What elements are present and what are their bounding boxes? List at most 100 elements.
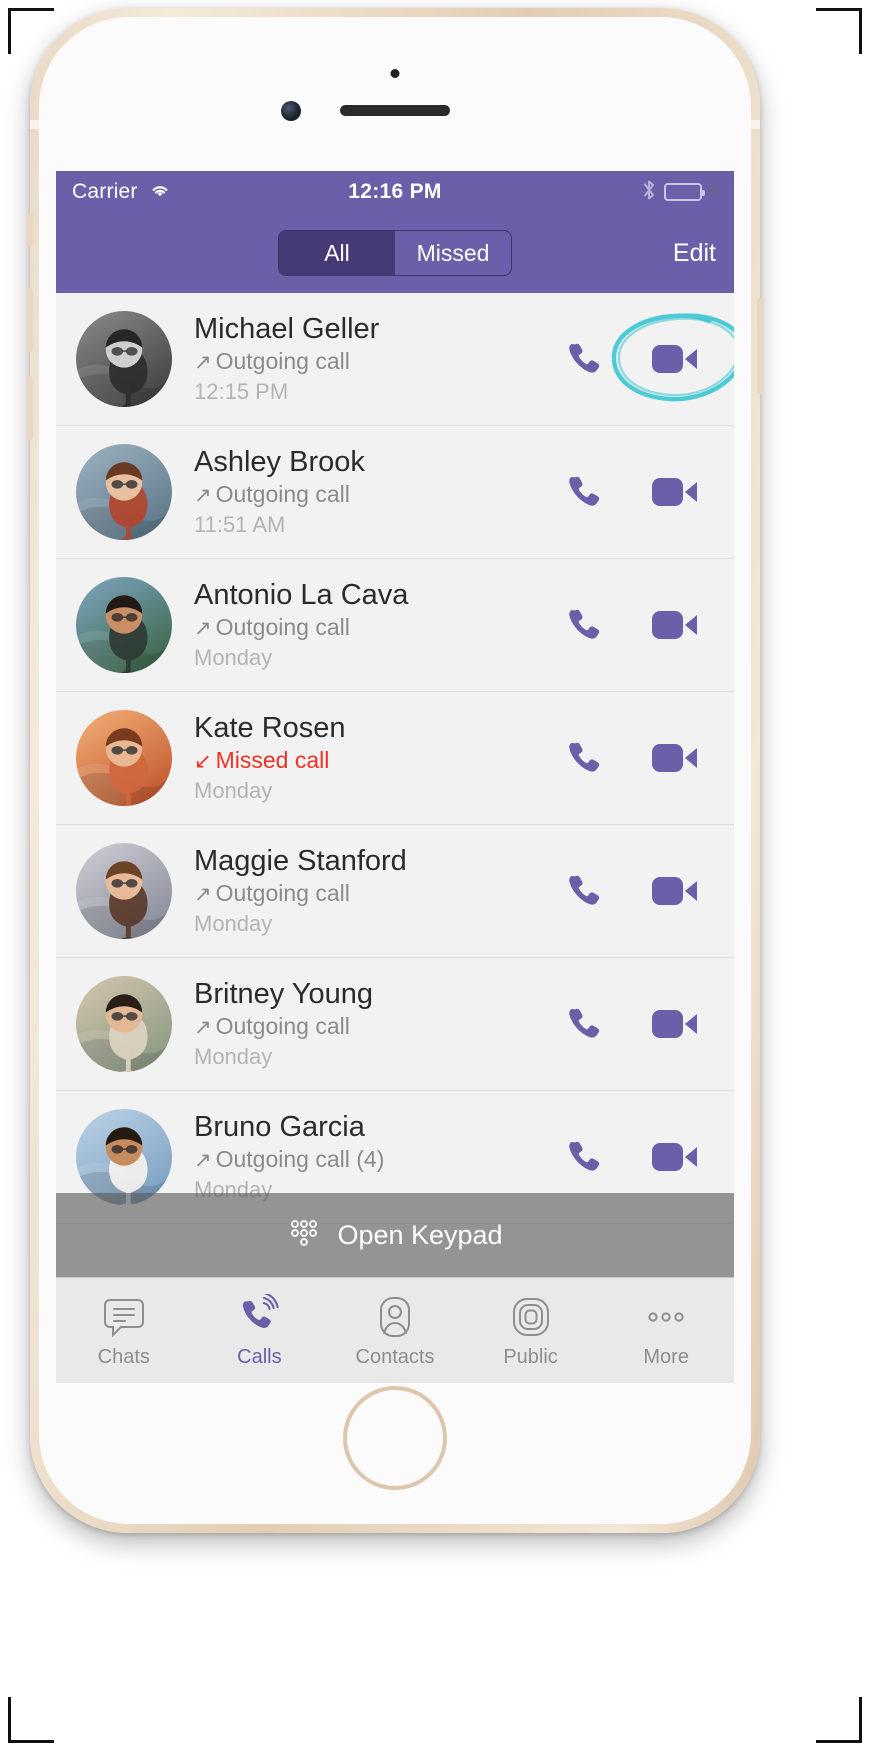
- incoming-missed-arrow-icon: ↙: [194, 750, 212, 774]
- video-call-button[interactable]: [652, 1002, 698, 1046]
- call-item-text: Bruno Garcia ↗ Outgoing call (4) Monday: [172, 1111, 560, 1204]
- audio-call-button[interactable]: [560, 603, 606, 647]
- bottom-tab-bar: Chats Calls Contacts Public More: [56, 1277, 734, 1383]
- call-status-label: Outgoing call (4): [215, 1146, 385, 1173]
- home-button[interactable]: [343, 1386, 447, 1490]
- volume-down-button[interactable]: [27, 376, 33, 440]
- tab-label: More: [643, 1345, 689, 1368]
- call-status-label: Missed call: [215, 747, 330, 774]
- avatar: [76, 976, 172, 1072]
- audio-call-button[interactable]: [560, 1135, 606, 1179]
- open-keypad-label: Open Keypad: [337, 1219, 503, 1250]
- audio-call-button[interactable]: [560, 337, 606, 381]
- contact-name: Maggie Stanford: [194, 844, 407, 877]
- contact-name: Kate Rosen: [194, 711, 346, 744]
- call-timestamp: Monday: [194, 777, 273, 803]
- tab-public[interactable]: Public: [463, 1278, 599, 1383]
- call-status-label: Outgoing call: [215, 880, 350, 907]
- phone-screen: Carrier 12:16 PM All Missed Edit Michael…: [56, 171, 734, 1383]
- call-history-list: Michael Geller ↗ Outgoing call 12:15 PM Ashl…: [56, 293, 734, 1224]
- outgoing-arrow-icon: ↗: [194, 484, 212, 508]
- call-status-label: Outgoing call: [215, 1013, 350, 1040]
- call-item-text: Michael Geller ↗ Outgoing call 12:15 PM: [172, 313, 560, 406]
- tab-label: Contacts: [355, 1345, 435, 1368]
- call-status: ↗ Outgoing call: [194, 480, 560, 509]
- video-call-button[interactable]: [652, 603, 698, 647]
- avatar: [76, 444, 172, 540]
- avatar: [76, 577, 172, 673]
- segment-missed[interactable]: Missed: [395, 231, 511, 275]
- call-list-item[interactable]: Maggie Stanford ↗ Outgoing call Monday: [56, 825, 734, 958]
- call-list-item[interactable]: Britney Young ↗ Outgoing call Monday: [56, 958, 734, 1091]
- audio-call-button[interactable]: [560, 736, 606, 780]
- call-action-icons: [560, 869, 734, 913]
- open-keypad-bar[interactable]: Open Keypad: [56, 1193, 734, 1277]
- outgoing-arrow-icon: ↗: [194, 883, 212, 907]
- volume-up-button[interactable]: [27, 288, 33, 352]
- call-action-icons: [560, 1135, 734, 1179]
- call-timestamp: Monday: [194, 910, 273, 936]
- tab-chats[interactable]: Chats: [56, 1278, 192, 1383]
- person-icon: [372, 1293, 418, 1341]
- audio-call-button[interactable]: [560, 1002, 606, 1046]
- battery-icon: [664, 183, 705, 201]
- phone-waves-icon: [236, 1293, 282, 1341]
- avatar: [76, 710, 172, 806]
- power-button[interactable]: [757, 298, 763, 394]
- antenna-band-right: [751, 120, 760, 129]
- crop-mark-top-right: [859, 8, 862, 54]
- call-action-icons: [560, 337, 734, 381]
- video-call-button[interactable]: [652, 869, 698, 913]
- tab-calls[interactable]: Calls: [192, 1278, 328, 1383]
- audio-call-button[interactable]: [560, 869, 606, 913]
- crop-mark-bottom-left: [8, 1740, 54, 1743]
- call-action-icons: [560, 603, 734, 647]
- crop-mark-bottom-left: [8, 1697, 11, 1743]
- tab-more[interactable]: More: [598, 1278, 734, 1383]
- antenna-band-left: [30, 120, 39, 129]
- edit-button[interactable]: Edit: [673, 239, 716, 268]
- status-bar: Carrier 12:16 PM: [56, 171, 734, 213]
- call-list-item[interactable]: Kate Rosen ↙ Missed call Monday: [56, 692, 734, 825]
- call-status: ↗ Outgoing call: [194, 879, 560, 908]
- call-list-item[interactable]: Michael Geller ↗ Outgoing call 12:15 PM: [56, 293, 734, 426]
- call-action-icons: [560, 470, 734, 514]
- call-list-item[interactable]: Antonio La Cava ↗ Outgoing call Monday: [56, 559, 734, 692]
- tab-contacts[interactable]: Contacts: [327, 1278, 463, 1383]
- call-timestamp: 11:51 AM: [194, 511, 286, 537]
- video-call-button[interactable]: [652, 1135, 698, 1179]
- bluetooth-icon: [642, 179, 656, 206]
- clock-label: 12:16 PM: [348, 180, 442, 203]
- proximity-sensor: [390, 69, 400, 78]
- call-action-icons: [560, 1002, 734, 1046]
- call-timestamp: Monday: [194, 644, 273, 670]
- call-item-text: Antonio La Cava ↗ Outgoing call Monday: [172, 579, 560, 672]
- call-item-text: Ashley Brook ↗ Outgoing call 11:51 AM: [172, 446, 560, 539]
- contact-name: Bruno Garcia: [194, 1110, 365, 1143]
- video-call-button[interactable]: [652, 470, 698, 514]
- call-item-text: Kate Rosen ↙ Missed call Monday: [172, 712, 560, 805]
- video-call-button[interactable]: [652, 337, 698, 381]
- earpiece-speaker: [340, 105, 450, 116]
- segment-all[interactable]: All: [279, 231, 395, 275]
- call-status: ↗ Outgoing call: [194, 1012, 560, 1041]
- phone-device-frame: Carrier 12:16 PM All Missed Edit Michael…: [27, 8, 763, 1533]
- rounded-square-icon: [508, 1293, 554, 1341]
- call-status-label: Outgoing call: [215, 348, 350, 375]
- silent-switch[interactable]: [27, 213, 33, 247]
- call-status-label: Outgoing call: [215, 614, 350, 641]
- tab-label: Public: [503, 1345, 558, 1368]
- call-status: ↗ Outgoing call (4): [194, 1145, 560, 1174]
- call-timestamp: 12:15 PM: [194, 378, 289, 404]
- avatar: [76, 311, 172, 407]
- call-status: ↗ Outgoing call: [194, 613, 560, 642]
- video-call-button[interactable]: [652, 736, 698, 780]
- contact-name: Britney Young: [194, 977, 373, 1010]
- call-list-item[interactable]: Ashley Brook ↗ Outgoing call 11:51 AM: [56, 426, 734, 559]
- audio-call-button[interactable]: [560, 470, 606, 514]
- contact-name: Michael Geller: [194, 312, 380, 345]
- avatar: [76, 843, 172, 939]
- calls-filter-segmented-control[interactable]: All Missed: [278, 230, 512, 276]
- outgoing-arrow-icon: ↗: [194, 1016, 212, 1040]
- call-item-text: Maggie Stanford ↗ Outgoing call Monday: [172, 845, 560, 938]
